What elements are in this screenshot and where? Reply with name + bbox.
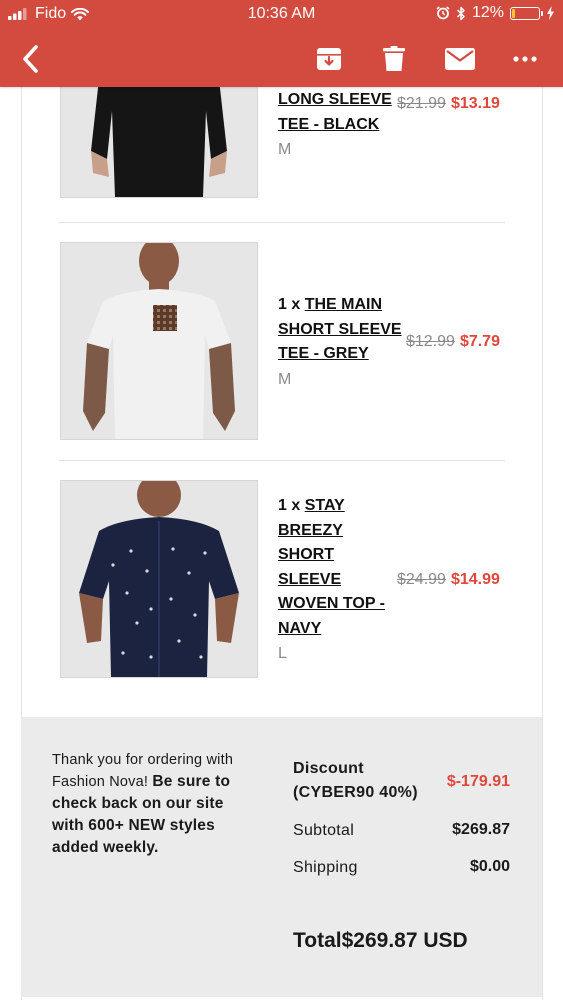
product-divider [59, 460, 505, 461]
sale-price: $14.99 [450, 571, 500, 588]
total-value: $269.87 USD [341, 929, 468, 952]
black-long-sleeve-tee-image [61, 87, 257, 197]
sale-price: $13.19 [450, 95, 500, 112]
discount-code: (CYBER90 40%) [293, 784, 418, 801]
product-image[interactable] [60, 242, 258, 440]
archive-icon [317, 47, 341, 70]
bluetooth-icon [456, 6, 465, 20]
product-info: 1 x THE MAIN SHORT SLEEVE TEE - GREY M [278, 293, 402, 392]
back-button[interactable] [10, 30, 50, 87]
product-name-line: STAY [304, 497, 345, 514]
product-info: 1 x STAY BREEZY SHORT SLEEVE WOVEN TOP -… [278, 494, 385, 667]
product-size: M [278, 141, 292, 158]
alarm-icon [436, 6, 450, 20]
order-total: Total$269.87 USD [293, 929, 468, 953]
discount-label: Discount (CYBER90 40%) [293, 757, 418, 805]
product-divider [59, 222, 505, 223]
original-price: $12.99 [406, 333, 455, 350]
sale-price: $7.79 [459, 333, 500, 350]
mail-navbar [0, 30, 563, 87]
product-name-link[interactable]: 1 x STAY BREEZY SHORT SLEEVE WOVEN TOP -… [278, 494, 385, 641]
mail-button[interactable] [440, 30, 480, 87]
thank-you-message: Thank you for ordering with Fashion Nova… [52, 750, 257, 859]
more-button[interactable] [505, 30, 545, 87]
product-name-line: LONG SLEEVE [278, 91, 392, 108]
product-name-line: WOVEN TOP - [278, 595, 385, 612]
discount-value: $-179.91 [446, 773, 510, 790]
product-name-line: SHORT [278, 546, 334, 563]
more-icon [513, 55, 537, 62]
product-name-line: SLEEVE [278, 570, 342, 588]
shipping-value: $0.00 [469, 858, 510, 875]
product-quantity: 1 x [278, 296, 301, 313]
subtotal-value: $269.87 [452, 821, 510, 838]
subtotal-label: Subtotal [293, 822, 355, 839]
product-name-line: TEE - GREY [278, 345, 369, 362]
battery-percent: 12% [471, 4, 504, 21]
trash-icon [383, 45, 405, 71]
total-label: Total [293, 929, 342, 952]
product-price: $21.99 $13.19 [397, 95, 500, 113]
product-price: $12.99 $7.79 [406, 333, 500, 351]
discount-label-line: Discount [293, 760, 364, 777]
product-name-link[interactable]: 1 x THE MAIN SHORT SLEEVE TEE - GREY [278, 293, 402, 367]
top-bar: Fido 10:36 AM 12% [0, 0, 563, 87]
charging-icon [547, 6, 554, 20]
product-name-line: TEE - BLACK [278, 115, 380, 133]
chevron-left-icon [23, 44, 38, 73]
grey-short-sleeve-tee-image [61, 243, 257, 439]
product-image[interactable] [60, 480, 258, 678]
product-size: M [278, 370, 292, 388]
product-name-line: THE MAIN [304, 296, 383, 313]
status-right: 12% [436, 4, 555, 22]
order-summary: Thank you for ordering with Fashion Nova… [21, 717, 542, 997]
product-info: LONG SLEEVE TEE - BLACK M [278, 88, 392, 163]
product-quantity: 1 x [278, 497, 301, 514]
product-name-line: SHORT SLEEVE [278, 320, 402, 338]
original-price: $24.99 [397, 571, 446, 588]
product-size: L [278, 645, 287, 662]
product-name-line: NAVY [278, 619, 322, 637]
product-name-line: BREEZY [278, 521, 343, 539]
email-body[interactable]: LONG SLEEVE TEE - BLACK M $21.99$13.19 [0, 87, 563, 1000]
product-name-link[interactable]: LONG SLEEVE TEE - BLACK [278, 88, 392, 137]
shipping-label: Shipping [293, 859, 358, 876]
archive-button[interactable] [309, 30, 349, 87]
navy-woven-top-image [61, 481, 257, 677]
original-price: $21.99 [397, 95, 446, 112]
battery-icon [510, 6, 543, 20]
status-bar: Fido 10:36 AM 12% [0, 0, 563, 30]
battery-level [512, 8, 515, 18]
delete-button[interactable] [374, 30, 414, 87]
product-image[interactable] [60, 87, 258, 198]
mail-icon [445, 47, 475, 70]
product-price: $24.99 $14.99 [397, 571, 500, 589]
